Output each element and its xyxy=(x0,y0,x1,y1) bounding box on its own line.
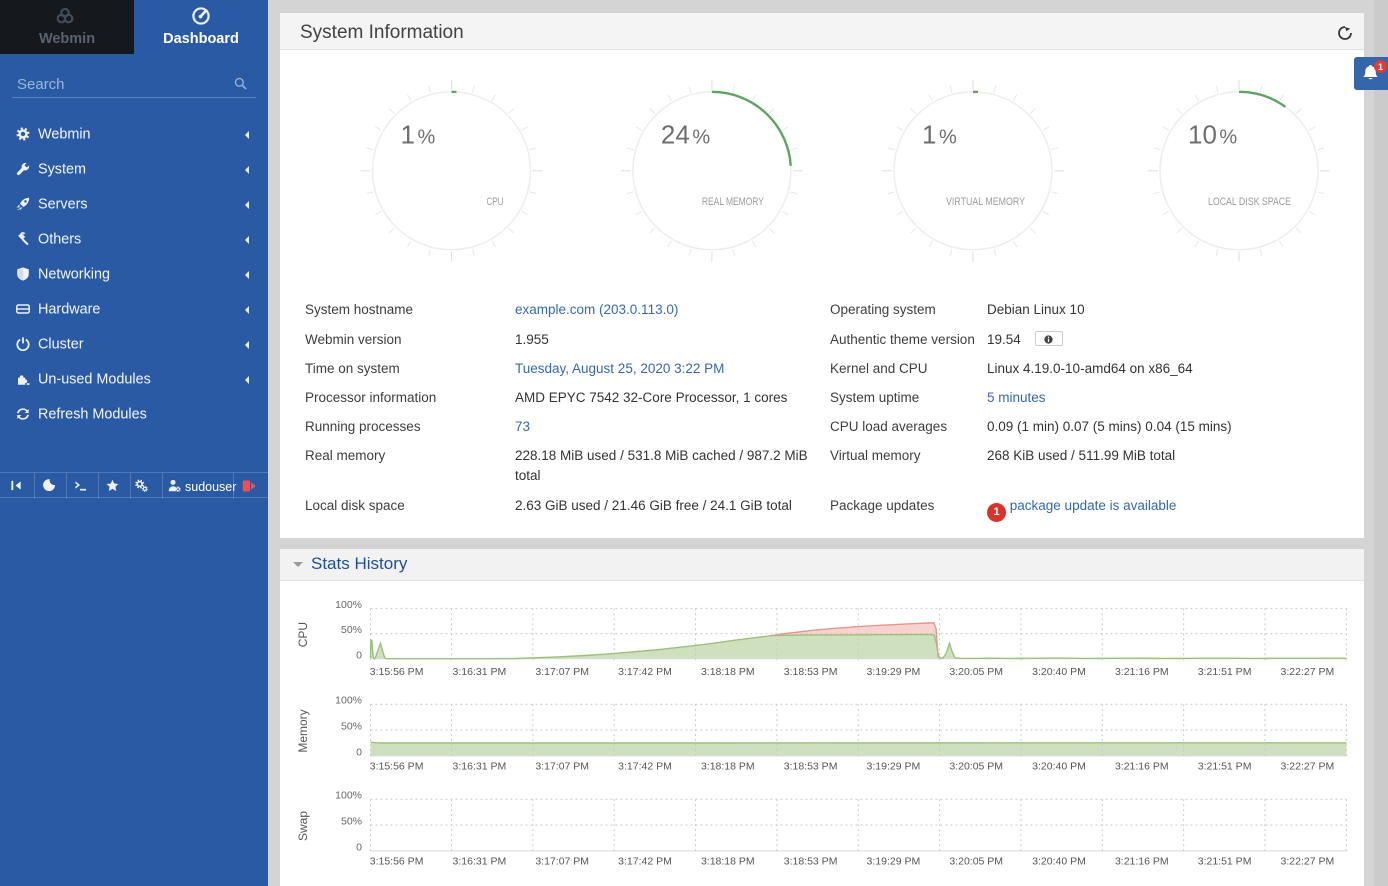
svg-text:3:17:42 PM: 3:17:42 PM xyxy=(618,761,672,773)
svg-text:3:17:42 PM: 3:17:42 PM xyxy=(618,666,672,678)
svg-text:3:15:56 PM: 3:15:56 PM xyxy=(370,666,424,678)
svg-text:3:19:29 PM: 3:19:29 PM xyxy=(867,856,921,868)
svg-text:3:20:05 PM: 3:20:05 PM xyxy=(949,856,1003,868)
svg-text:3:18:53 PM: 3:18:53 PM xyxy=(784,666,838,678)
svg-text:3:20:40 PM: 3:20:40 PM xyxy=(1032,761,1086,773)
svg-text:3:18:53 PM: 3:18:53 PM xyxy=(784,761,838,773)
svg-text:3:16:31 PM: 3:16:31 PM xyxy=(453,856,507,868)
svg-text:3:21:16 PM: 3:21:16 PM xyxy=(1115,856,1169,868)
svg-text:3:22:27 PM: 3:22:27 PM xyxy=(1281,856,1335,868)
svg-text:3:21:51 PM: 3:21:51 PM xyxy=(1198,761,1252,773)
svg-text:3:19:29 PM: 3:19:29 PM xyxy=(867,761,921,773)
svg-text:50%: 50% xyxy=(341,624,362,636)
svg-text:3:20:05 PM: 3:20:05 PM xyxy=(949,666,1003,678)
svg-text:3:18:18 PM: 3:18:18 PM xyxy=(701,856,755,868)
svg-text:3:20:05 PM: 3:20:05 PM xyxy=(949,761,1003,773)
svg-text:100%: 100% xyxy=(335,790,362,802)
svg-text:3:22:27 PM: 3:22:27 PM xyxy=(1281,666,1335,678)
svg-text:3:20:40 PM: 3:20:40 PM xyxy=(1032,856,1086,868)
svg-text:3:21:51 PM: 3:21:51 PM xyxy=(1198,856,1252,868)
svg-text:3:18:18 PM: 3:18:18 PM xyxy=(701,761,755,773)
svg-text:3:17:07 PM: 3:17:07 PM xyxy=(535,761,589,773)
svg-text:3:22:27 PM: 3:22:27 PM xyxy=(1281,761,1335,773)
svg-text:Memory: Memory xyxy=(296,709,310,752)
svg-text:50%: 50% xyxy=(341,816,362,828)
svg-text:0: 0 xyxy=(356,841,362,853)
svg-text:100%: 100% xyxy=(335,695,362,707)
svg-text:3:16:31 PM: 3:16:31 PM xyxy=(453,666,507,678)
svg-text:3:18:53 PM: 3:18:53 PM xyxy=(784,856,838,868)
svg-text:0: 0 xyxy=(356,746,362,758)
svg-text:Swap: Swap xyxy=(296,811,310,841)
svg-text:CPU: CPU xyxy=(296,622,310,647)
svg-text:3:17:07 PM: 3:17:07 PM xyxy=(535,856,589,868)
svg-text:3:15:56 PM: 3:15:56 PM xyxy=(370,761,424,773)
svg-text:3:17:07 PM: 3:17:07 PM xyxy=(535,666,589,678)
svg-text:3:18:18 PM: 3:18:18 PM xyxy=(701,666,755,678)
svg-text:3:16:31 PM: 3:16:31 PM xyxy=(453,761,507,773)
svg-text:0: 0 xyxy=(356,649,362,661)
svg-text:3:21:16 PM: 3:21:16 PM xyxy=(1115,666,1169,678)
svg-text:100%: 100% xyxy=(335,599,362,611)
svg-text:50%: 50% xyxy=(341,721,362,733)
svg-text:3:21:51 PM: 3:21:51 PM xyxy=(1198,666,1252,678)
svg-text:3:19:29 PM: 3:19:29 PM xyxy=(867,666,921,678)
svg-text:3:15:56 PM: 3:15:56 PM xyxy=(370,856,424,868)
svg-text:3:21:16 PM: 3:21:16 PM xyxy=(1115,761,1169,773)
svg-text:3:17:42 PM: 3:17:42 PM xyxy=(618,856,672,868)
svg-text:3:20:40 PM: 3:20:40 PM xyxy=(1032,666,1086,678)
